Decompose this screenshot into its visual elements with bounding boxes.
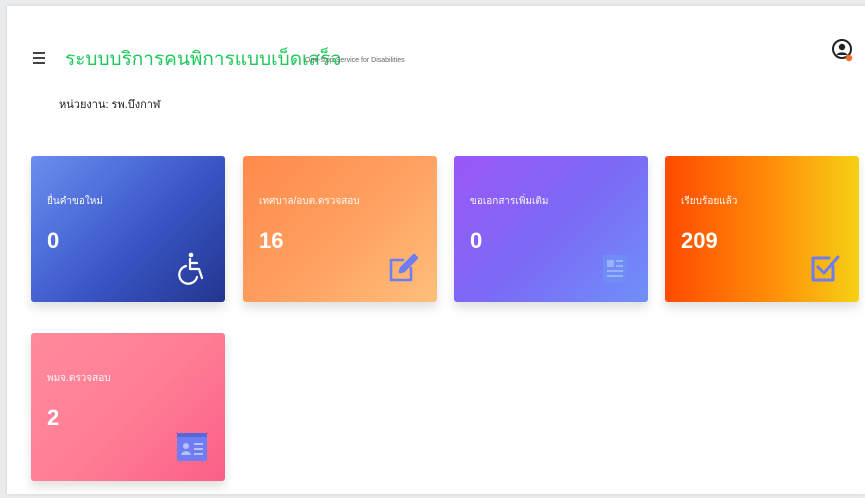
card-value: 16: [259, 228, 284, 253]
edit-icon: [385, 250, 421, 286]
agency-value: รพ.บึงกาฬ: [111, 99, 161, 111]
card-label: ขอเอกสารเพิ่มเติม: [470, 196, 549, 207]
menu-icon[interactable]: [33, 52, 45, 64]
agency-line: หน่วยงาน: รพ.บึงกาฬ: [59, 95, 160, 113]
agency-label: หน่วยงาน:: [59, 99, 109, 111]
card-new-request[interactable]: ยื่นคำขอใหม่ 0: [31, 156, 225, 302]
card-label: ยื่นคำขอใหม่: [47, 196, 103, 207]
document-icon: [596, 250, 632, 286]
app-subtitle: One-stop Service for Disabilities: [305, 57, 405, 64]
id-card-icon: [173, 429, 209, 465]
card-label: พมจ.ตรวจสอบ: [47, 373, 111, 384]
page: ระบบบริการคนพิการแบบเบ็ดเสร็จ One-stop S…: [7, 6, 865, 494]
user-avatar-icon[interactable]: [831, 38, 853, 62]
card-label: เทศบาล/อบต.ตรวจสอบ: [259, 196, 360, 207]
card-completed[interactable]: เรียบร้อยแล้ว 209: [665, 156, 859, 302]
card-value: 0: [470, 228, 483, 253]
card-municipal-check[interactable]: เทศบาล/อบต.ตรวจสอบ 16: [243, 156, 437, 302]
card-value: 209: [681, 228, 718, 253]
card-value: 0: [47, 228, 60, 253]
app-title: ระบบบริการคนพิการแบบเบ็ดเสร็จ: [65, 49, 342, 70]
card-label: เรียบร้อยแล้ว: [681, 196, 738, 207]
card-provincial-check[interactable]: พมจ.ตรวจสอบ 2: [31, 333, 225, 481]
header: ระบบบริการคนพิการแบบเบ็ดเสร็จ One-stop S…: [7, 6, 865, 126]
card-more-documents[interactable]: ขอเอกสารเพิ่มเติม 0: [454, 156, 648, 302]
card-value: 2: [47, 405, 60, 430]
wheelchair-icon: [173, 250, 209, 286]
checkbox-icon: [807, 250, 843, 286]
